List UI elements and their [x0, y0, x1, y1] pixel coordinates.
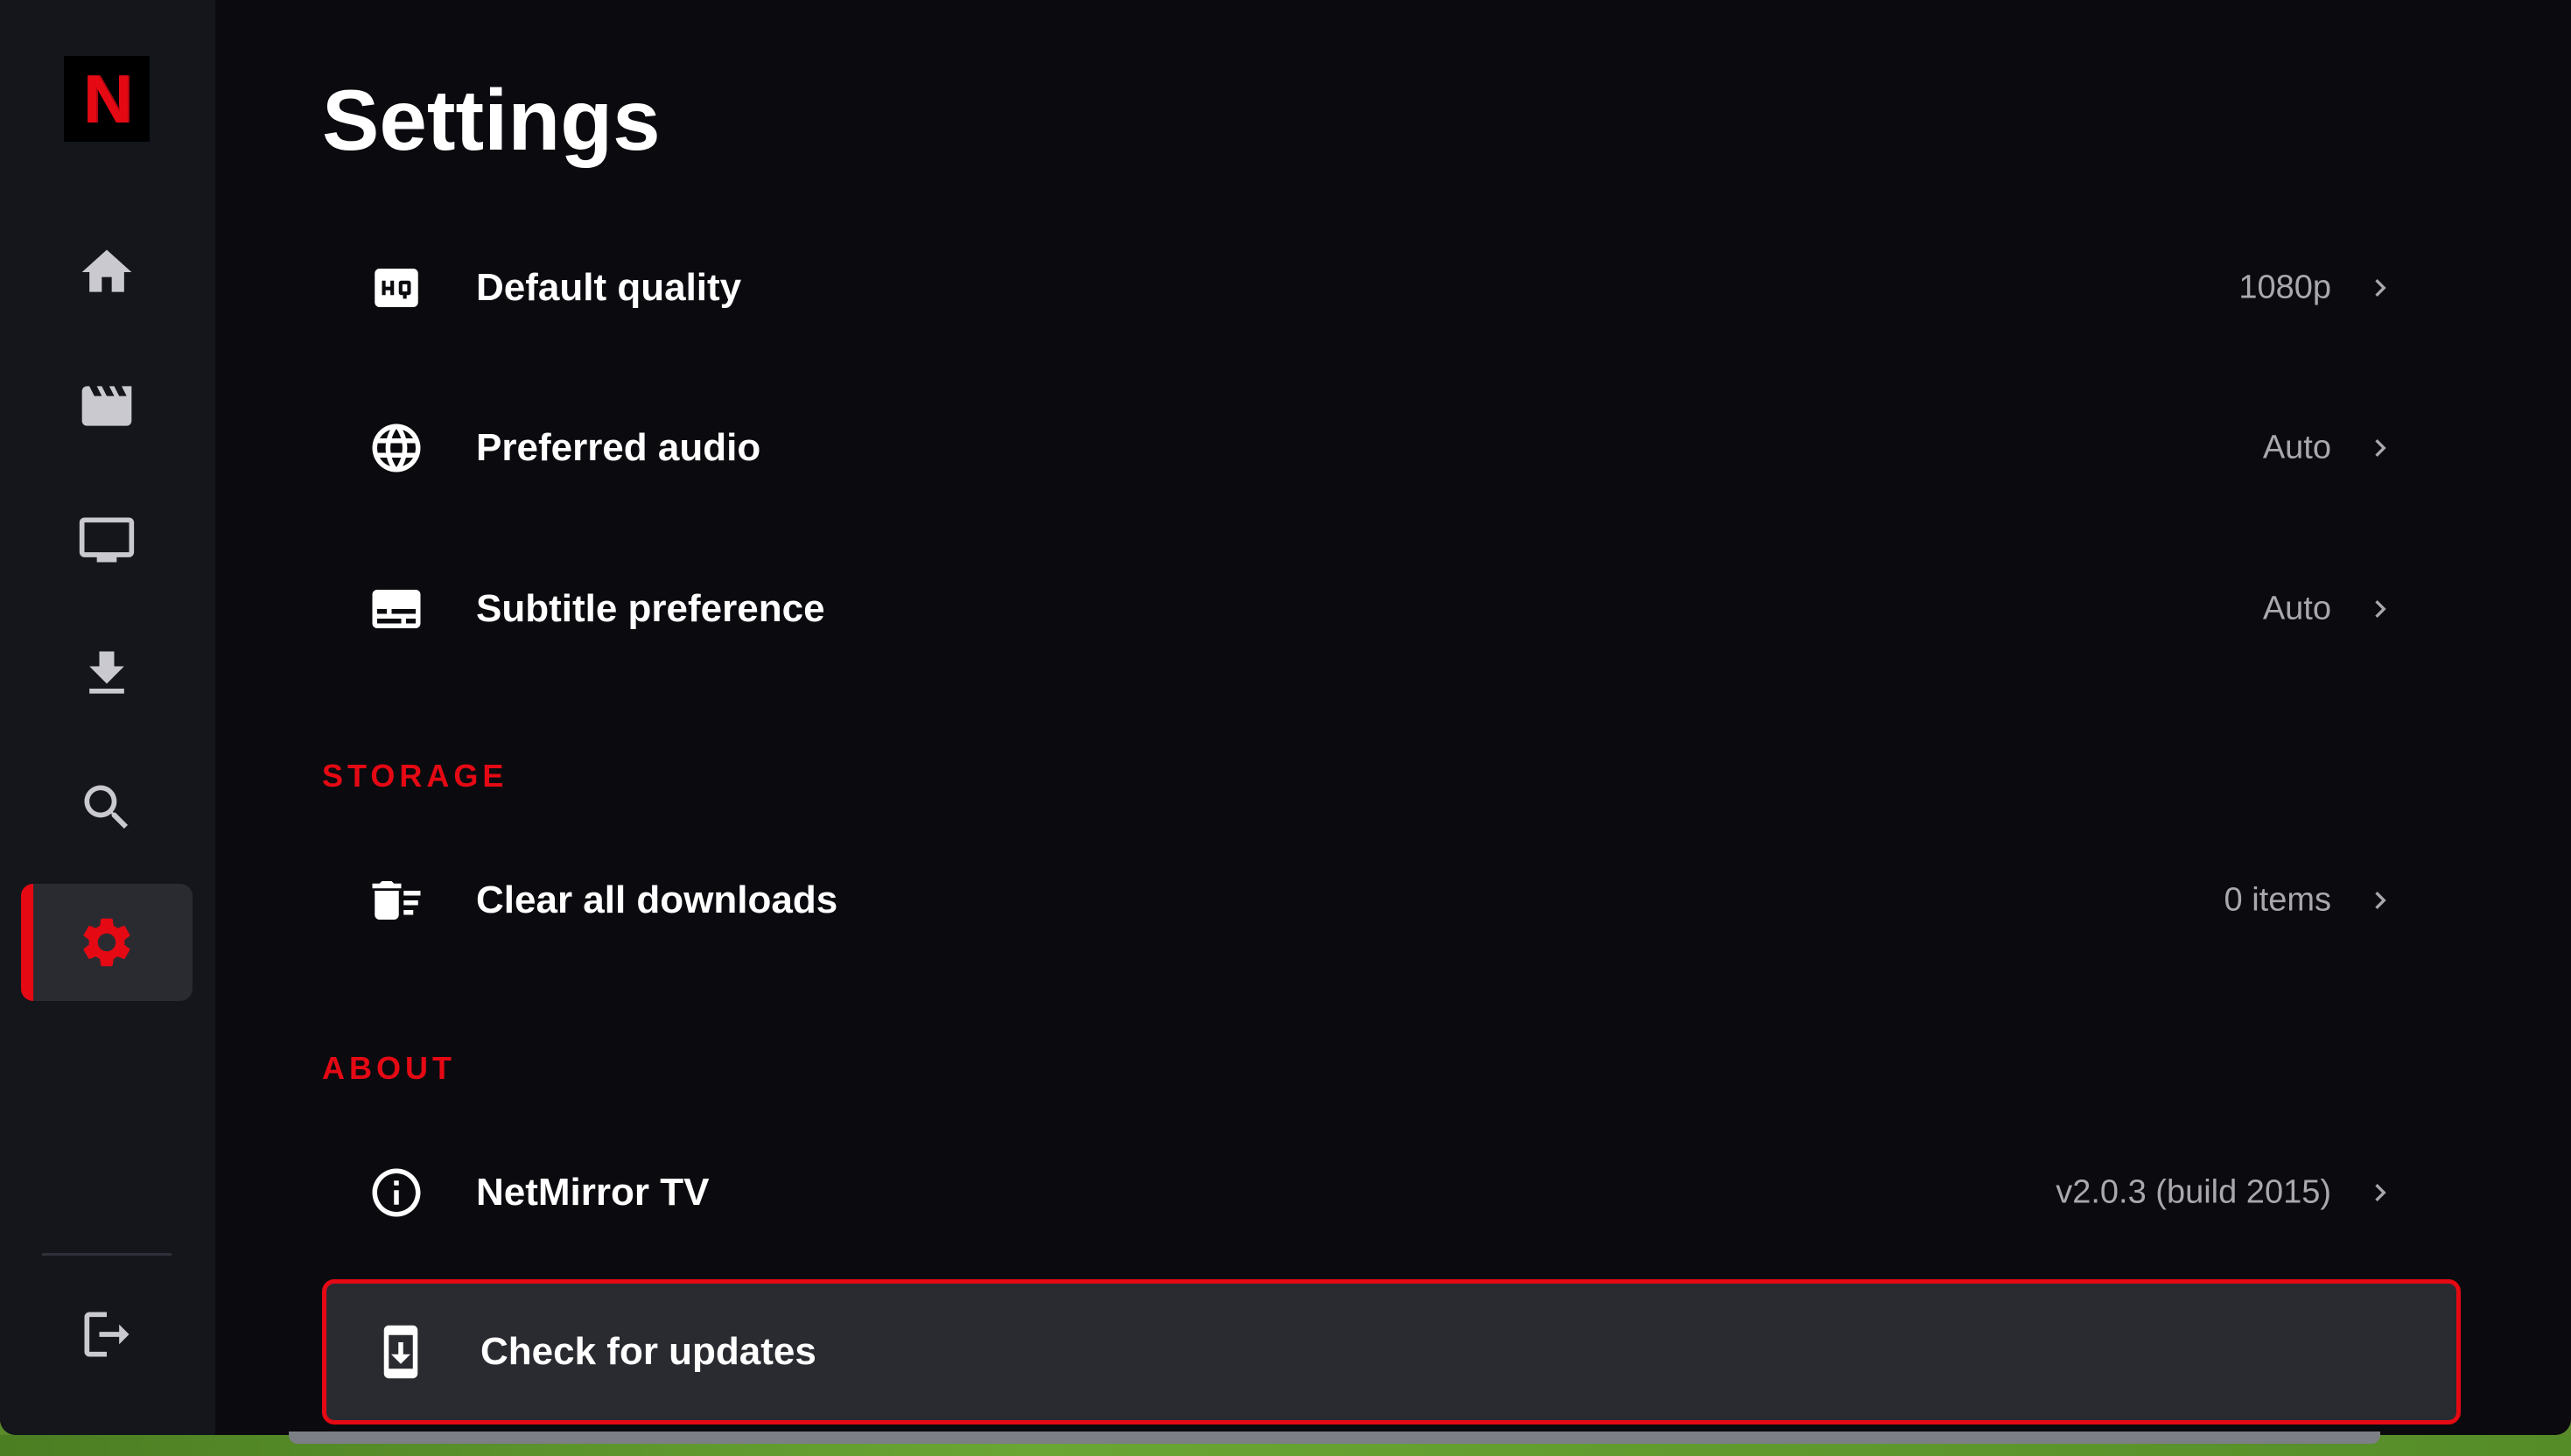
setting-value: Auto	[2262, 590, 2331, 627]
logo-letter: N	[82, 60, 132, 137]
setting-row-clear-downloads[interactable]: Clear all downloads 0 items	[322, 828, 2461, 973]
setting-label: Preferred audio	[476, 426, 761, 469]
chevron-right-icon	[2363, 883, 2398, 918]
gear-icon	[83, 918, 130, 967]
app-version-value: v2.0.3 (build 2015)	[2056, 1173, 2331, 1211]
sidebar-item-settings[interactable]	[21, 884, 193, 1001]
search-icon	[84, 785, 129, 830]
delete-sweep-icon	[368, 872, 425, 929]
chevron-right-icon	[2363, 430, 2398, 466]
download-icon	[89, 651, 124, 694]
home-icon	[81, 249, 132, 292]
globe-icon	[368, 419, 425, 477]
setting-label: NetMirror TV	[476, 1171, 710, 1214]
setting-label: Subtitle preference	[476, 587, 825, 630]
setting-row-preferred-audio[interactable]: Preferred audio Auto	[322, 375, 2461, 521]
tv-icon	[79, 517, 135, 563]
setting-label: Default quality	[476, 266, 742, 309]
scrollbar[interactable]	[289, 1432, 2380, 1444]
setting-label: Clear all downloads	[476, 878, 838, 921]
setting-row-subtitle-preference[interactable]: Subtitle preference Auto	[322, 536, 2461, 682]
system-update-icon	[372, 1323, 430, 1381]
setting-value: 0 items	[2224, 881, 2331, 919]
section-header-about: ABOUT	[322, 1050, 456, 1086]
sidebar-item-downloads[interactable]	[21, 615, 193, 732]
sidebar-item-movies[interactable]	[21, 347, 193, 465]
setting-row-app-version[interactable]: NetMirror TV v2.0.3 (build 2015)	[322, 1120, 2461, 1265]
sidebar: N	[0, 0, 215, 1435]
section-header-storage: STORAGE	[322, 758, 508, 794]
settings-main: Settings Default quality 1080p Preferred…	[215, 0, 2571, 1435]
app-window: N Settings Default quality 1080p Preferr…	[0, 0, 2571, 1435]
chevron-right-icon	[2363, 270, 2398, 305]
sidebar-item-home[interactable]	[21, 214, 193, 331]
sidebar-item-logout[interactable]	[21, 1276, 193, 1393]
app-logo: N	[64, 56, 150, 142]
hq-icon	[368, 259, 425, 317]
setting-value: 1080p	[2238, 269, 2331, 306]
logout-icon	[84, 1312, 130, 1357]
setting-label: Check for updates	[480, 1330, 816, 1373]
setting-row-check-updates[interactable]: Check for updates	[322, 1279, 2461, 1424]
subtitles-icon	[368, 580, 425, 638]
info-icon	[368, 1164, 425, 1222]
sidebar-item-tv[interactable]	[21, 481, 193, 598]
setting-row-default-quality[interactable]: Default quality 1080p	[322, 215, 2461, 360]
sidebar-divider	[42, 1253, 172, 1256]
sidebar-item-search[interactable]	[21, 749, 193, 866]
setting-value: Auto	[2262, 429, 2331, 466]
chevron-right-icon	[2363, 592, 2398, 626]
chevron-right-icon	[2363, 1175, 2398, 1210]
clapperboard-icon	[81, 386, 132, 426]
page-title: Settings	[322, 72, 661, 168]
